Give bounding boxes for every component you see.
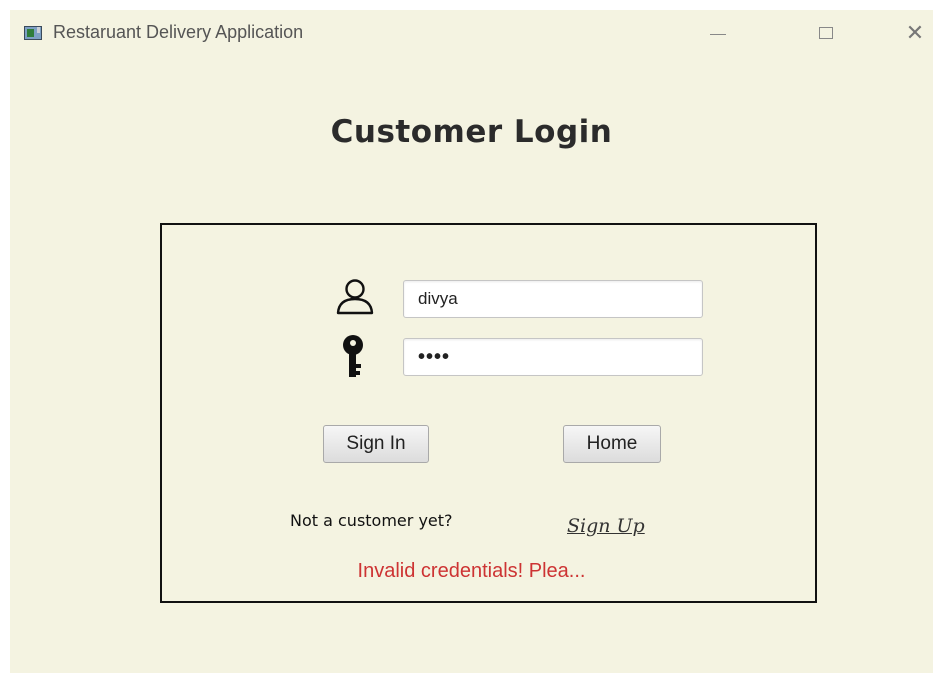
sign-up-link[interactable]: Sign Up — [567, 515, 645, 537]
username-input[interactable]: divya — [403, 280, 703, 318]
maximize-button[interactable] — [808, 18, 844, 48]
signup-prompt: Not a customer yet? — [290, 511, 453, 530]
minimize-button[interactable] — [700, 18, 736, 48]
user-icon — [336, 279, 374, 315]
title-bar: Restaruant Delivery Application ✕ — [10, 10, 933, 56]
error-message: Invalid credentials! Plea... — [357, 560, 586, 582]
app-window: Restaruant Delivery Application ✕ Custom… — [10, 10, 933, 673]
minimize-icon — [710, 33, 726, 35]
close-icon: ✕ — [905, 20, 925, 46]
maximize-icon — [819, 27, 833, 39]
key-icon — [343, 335, 363, 377]
close-button[interactable]: ✕ — [897, 18, 933, 48]
window-title: Restaruant Delivery Application — [53, 22, 304, 42]
app-window-icon — [24, 26, 42, 40]
home-button[interactable]: Home — [563, 425, 661, 463]
page-title: Customer Login — [330, 114, 613, 150]
password-input[interactable]: •••• — [403, 338, 703, 376]
sign-in-button[interactable]: Sign In — [323, 425, 429, 463]
